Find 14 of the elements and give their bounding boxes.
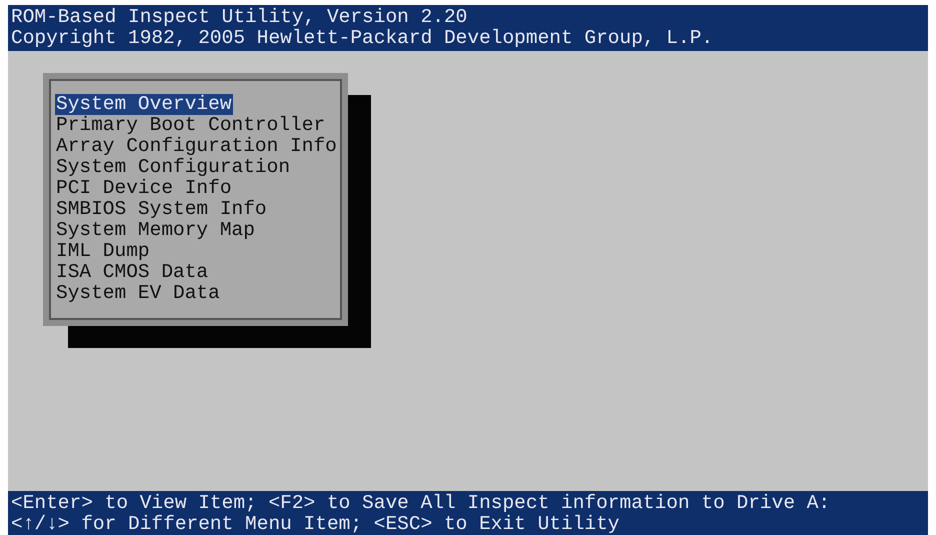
- menu-item[interactable]: System Configuration: [55, 157, 292, 178]
- menu-item[interactable]: System Overview: [55, 94, 233, 115]
- help-text: <↑/↓> for Different Menu Item; <ESC> to Exit Utility: [11, 514, 620, 535]
- menu-item[interactable]: System EV Data: [55, 283, 221, 304]
- menu-item[interactable]: System Memory Map: [55, 220, 256, 241]
- header-text: Copyright 1982, 2005 Hewlett-Packard Development Group, L.P.: [11, 28, 714, 49]
- menu-item[interactable]: Array Configuration Info: [55, 136, 338, 157]
- menu-item[interactable]: ISA CMOS Data: [55, 262, 210, 283]
- menu-item[interactable]: SMBIOS System Info: [55, 199, 268, 220]
- menu-item[interactable]: Primary Boot Controller: [55, 115, 326, 136]
- header-text: ROM-Based Inspect Utility, Version 2.20: [11, 7, 468, 28]
- menu-item[interactable]: PCI Device Info: [55, 178, 233, 199]
- menu-item[interactable]: IML Dump: [55, 241, 151, 262]
- help-text: <Enter> to View Item; <F2> to Save All Inspect information to Drive A:: [11, 493, 832, 514]
